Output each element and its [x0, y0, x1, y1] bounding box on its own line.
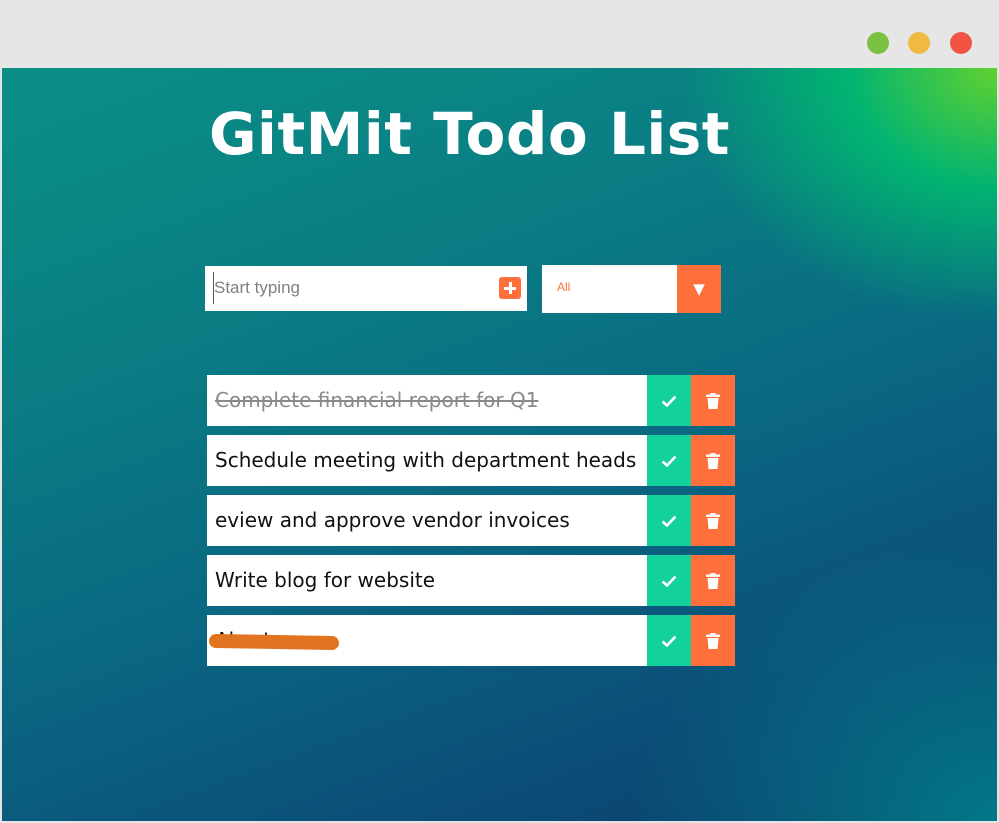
filter-selected-value: All — [557, 280, 571, 294]
todo-item: Also t — [207, 615, 735, 666]
delete-todo-button[interactable] — [691, 555, 735, 606]
todo-text: eview and approve vendor invoices — [215, 508, 570, 532]
app-background: GitMit Todo List All ▼ Complete financia… — [2, 68, 997, 821]
minimize-button[interactable] — [867, 32, 889, 54]
redaction-mark — [208, 633, 340, 651]
check-icon — [661, 455, 677, 467]
complete-todo-button[interactable] — [647, 495, 691, 546]
todo-text: Complete financial report for Q1 — [215, 388, 539, 412]
complete-todo-button[interactable] — [647, 555, 691, 606]
complete-todo-button[interactable] — [647, 375, 691, 426]
todo-item: Write blog for website — [207, 555, 735, 606]
add-todo-button[interactable] — [499, 277, 521, 299]
todo-item: eview and approve vendor invoices — [207, 495, 735, 546]
filter-select[interactable]: All ▼ — [542, 265, 721, 313]
delete-todo-button[interactable] — [691, 375, 735, 426]
todo-input[interactable] — [213, 272, 484, 304]
browser-window: GitMit Todo List All ▼ Complete financia… — [0, 0, 999, 823]
complete-todo-button[interactable] — [647, 435, 691, 486]
check-icon — [661, 635, 677, 647]
chevron-down-icon[interactable]: ▼ — [677, 265, 721, 313]
trash-icon — [706, 452, 720, 469]
page-title: GitMit Todo List — [208, 100, 731, 168]
trash-icon — [706, 512, 720, 529]
todo-text: Write blog for website — [215, 568, 436, 592]
check-icon — [661, 575, 677, 587]
close-button[interactable] — [950, 32, 972, 54]
delete-todo-button[interactable] — [691, 435, 735, 486]
trash-icon — [706, 572, 720, 589]
window-titlebar — [2, 2, 997, 68]
check-icon — [661, 515, 677, 527]
maximize-button[interactable] — [908, 32, 930, 54]
add-todo-form — [205, 266, 527, 311]
trash-icon — [706, 392, 720, 409]
delete-todo-button[interactable] — [691, 615, 735, 666]
todo-item: Complete financial report for Q1 — [207, 375, 735, 426]
todo-item: Schedule meeting with department heads — [207, 435, 735, 486]
delete-todo-button[interactable] — [691, 495, 735, 546]
complete-todo-button[interactable] — [647, 615, 691, 666]
todo-text: Schedule meeting with department heads — [215, 448, 637, 472]
todo-list: Complete financial report for Q1 Schedul… — [207, 375, 735, 675]
trash-icon — [706, 632, 720, 649]
check-icon — [661, 395, 677, 407]
